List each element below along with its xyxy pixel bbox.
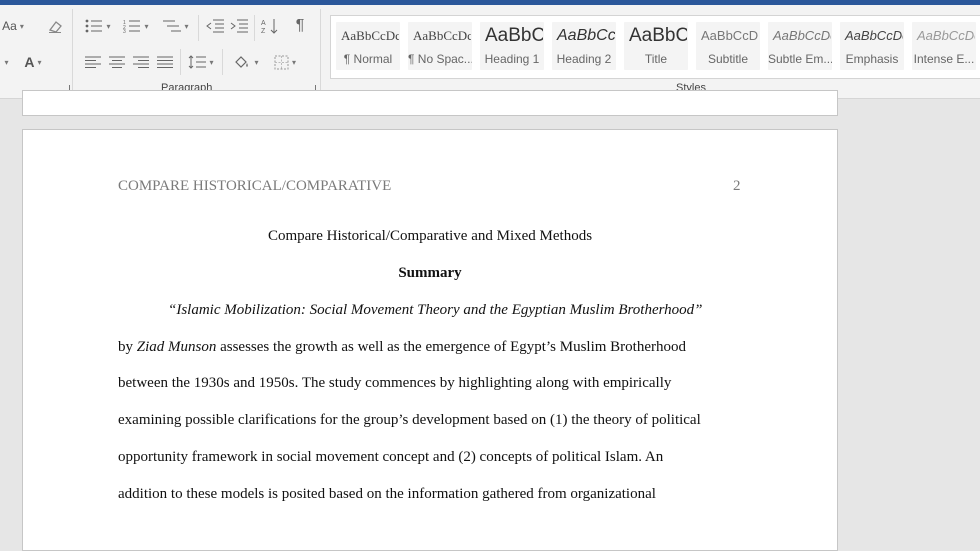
- change-case-button[interactable]: Aa ▾: [0, 15, 26, 37]
- style-no-spacing[interactable]: AaBbCcDc ¶ No Spac...: [408, 22, 472, 70]
- style-name: Heading 1: [484, 52, 540, 66]
- style-name: ¶ Normal: [343, 52, 393, 66]
- body-text: assesses the growth as well as the emerg…: [216, 339, 686, 355]
- body-line-1[interactable]: “Islamic Mobilization: Social Movement T…: [168, 302, 703, 319]
- style-preview: AaBbCcDc: [413, 28, 471, 43]
- svg-text:A: A: [261, 20, 266, 27]
- toolbar-separator: [254, 15, 255, 41]
- chevron-down-icon: ▾: [37, 57, 42, 67]
- align-right-button[interactable]: [130, 51, 152, 73]
- page-header-text[interactable]: COMPARE HISTORICAL/COMPARATIVE: [118, 178, 391, 195]
- previous-page-bottom: [22, 90, 838, 116]
- chevron-down-icon: ▾: [106, 21, 111, 31]
- body-line-5[interactable]: opportunity framework in social movement…: [118, 449, 663, 466]
- increase-indent-icon: [230, 19, 248, 33]
- line-spacing-button[interactable]: ▾: [185, 51, 217, 73]
- style-title[interactable]: AaBbC Title: [624, 22, 688, 70]
- style-subtle-emphasis[interactable]: AaBbCcDc Subtle Em...: [768, 22, 832, 70]
- chevron-down-icon: ▾: [254, 57, 259, 67]
- borders-button[interactable]: ▾: [268, 51, 302, 73]
- chevron-down-icon: ▾: [19, 21, 24, 31]
- align-center-icon: [109, 56, 125, 68]
- text-effects-dropdown[interactable]: ▾: [0, 51, 10, 73]
- numbering-icon: 123: [123, 20, 141, 33]
- style-normal[interactable]: AaBbCcDc ¶ Normal: [336, 22, 400, 70]
- style-preview: AaBbC: [629, 25, 687, 46]
- document-page[interactable]: COMPARE HISTORICAL/COMPARATIVE 2 Compare…: [22, 129, 838, 551]
- svg-text:3: 3: [123, 29, 126, 33]
- bullets-button[interactable]: ▾: [82, 15, 114, 37]
- style-preview: AaBbCcD: [701, 28, 759, 43]
- justify-icon: [157, 56, 173, 68]
- align-center-button[interactable]: [106, 51, 128, 73]
- style-intense-emphasis[interactable]: AaBbCcDc Intense E...: [912, 22, 976, 70]
- paint-bucket-icon: [235, 56, 249, 68]
- clear-formatting-button[interactable]: [44, 15, 66, 37]
- shading-button[interactable]: ▾: [229, 51, 263, 73]
- styles-gallery: AaBbCcDc ¶ Normal AaBbCcDc ¶ No Spac... …: [330, 15, 980, 79]
- decrease-indent-button[interactable]: [204, 15, 226, 37]
- page-number[interactable]: 2: [733, 178, 741, 195]
- align-left-button[interactable]: [82, 51, 104, 73]
- style-emphasis[interactable]: AaBbCcDc Emphasis: [840, 22, 904, 70]
- eraser-icon: [48, 21, 62, 33]
- style-preview: AaBbCcDc: [917, 28, 975, 43]
- bullets-icon: [86, 19, 103, 33]
- style-preview: AaBbCc: [557, 27, 615, 44]
- sort-icon: AZ: [261, 19, 278, 34]
- group-separator: [72, 9, 73, 95]
- borders-icon: [274, 55, 289, 69]
- toolbar-separator: [222, 49, 223, 75]
- chevron-down-icon: ▾: [209, 57, 214, 67]
- chevron-down-icon: ▾: [184, 21, 189, 31]
- group-separator: [320, 9, 321, 95]
- show-formatting-button[interactable]: ¶: [289, 15, 311, 37]
- style-name: Title: [644, 52, 668, 66]
- style-preview: AaBbCcDc: [341, 28, 399, 43]
- increase-indent-button[interactable]: [228, 15, 250, 37]
- body-line-4[interactable]: examining possible clarifications for th…: [118, 412, 701, 429]
- body-text: by: [118, 339, 137, 355]
- style-preview: AaBbC: [485, 25, 543, 46]
- document-title[interactable]: Compare Historical/Comparative and Mixed…: [23, 228, 837, 245]
- body-line-6[interactable]: addition to these models is posited base…: [118, 486, 656, 503]
- style-name: Intense E...: [913, 52, 975, 66]
- ribbon: Aa ▾ A ▾ ▾ ▾ 123 ▾ ▾ A Z ¶ ▾ ▾ ▾ Paragra…: [0, 5, 980, 99]
- chevron-down-icon: ▾: [144, 21, 149, 31]
- change-case-label: Aa: [2, 19, 17, 33]
- numbering-button[interactable]: 123 ▾: [118, 15, 154, 37]
- style-name: Heading 2: [556, 52, 612, 66]
- decrease-indent-icon: [206, 19, 224, 33]
- chevron-down-icon: ▾: [291, 57, 296, 67]
- style-name: Subtitle: [707, 52, 749, 66]
- toolbar-separator: [180, 49, 181, 75]
- style-preview: AaBbCcDc: [773, 28, 831, 43]
- multilevel-list-button[interactable]: ▾: [158, 15, 194, 37]
- author-name: Ziad Munson: [136, 339, 217, 355]
- style-name: Emphasis: [845, 52, 899, 66]
- style-subtitle[interactable]: AaBbCcD Subtitle: [696, 22, 760, 70]
- line-spacing-icon: [189, 55, 207, 69]
- chevron-down-icon: ▾: [4, 57, 9, 67]
- style-heading-1[interactable]: AaBbC Heading 1: [480, 22, 544, 70]
- style-name: ¶ No Spac...: [408, 52, 472, 66]
- sort-button[interactable]: AZ: [259, 15, 281, 37]
- justify-button[interactable]: [154, 51, 176, 73]
- style-heading-2[interactable]: AaBbCc Heading 2: [552, 22, 616, 70]
- font-color-button[interactable]: A ▾: [18, 51, 48, 73]
- section-heading[interactable]: Summary: [23, 265, 837, 282]
- style-name: Subtle Em...: [768, 52, 832, 66]
- align-right-icon: [133, 56, 149, 68]
- style-preview: AaBbCcDc: [845, 28, 903, 43]
- svg-text:Z: Z: [261, 28, 266, 34]
- toolbar-separator: [198, 15, 199, 41]
- body-line-3[interactable]: between the 1930s and 1950s. The study c…: [118, 375, 671, 392]
- align-left-icon: [85, 56, 101, 68]
- pilcrow-icon: ¶: [295, 17, 305, 34]
- multilevel-list-icon: [163, 20, 182, 32]
- font-color-label: A: [24, 54, 35, 70]
- body-line-2[interactable]: by Ziad Munson assesses the growth as we…: [118, 339, 686, 356]
